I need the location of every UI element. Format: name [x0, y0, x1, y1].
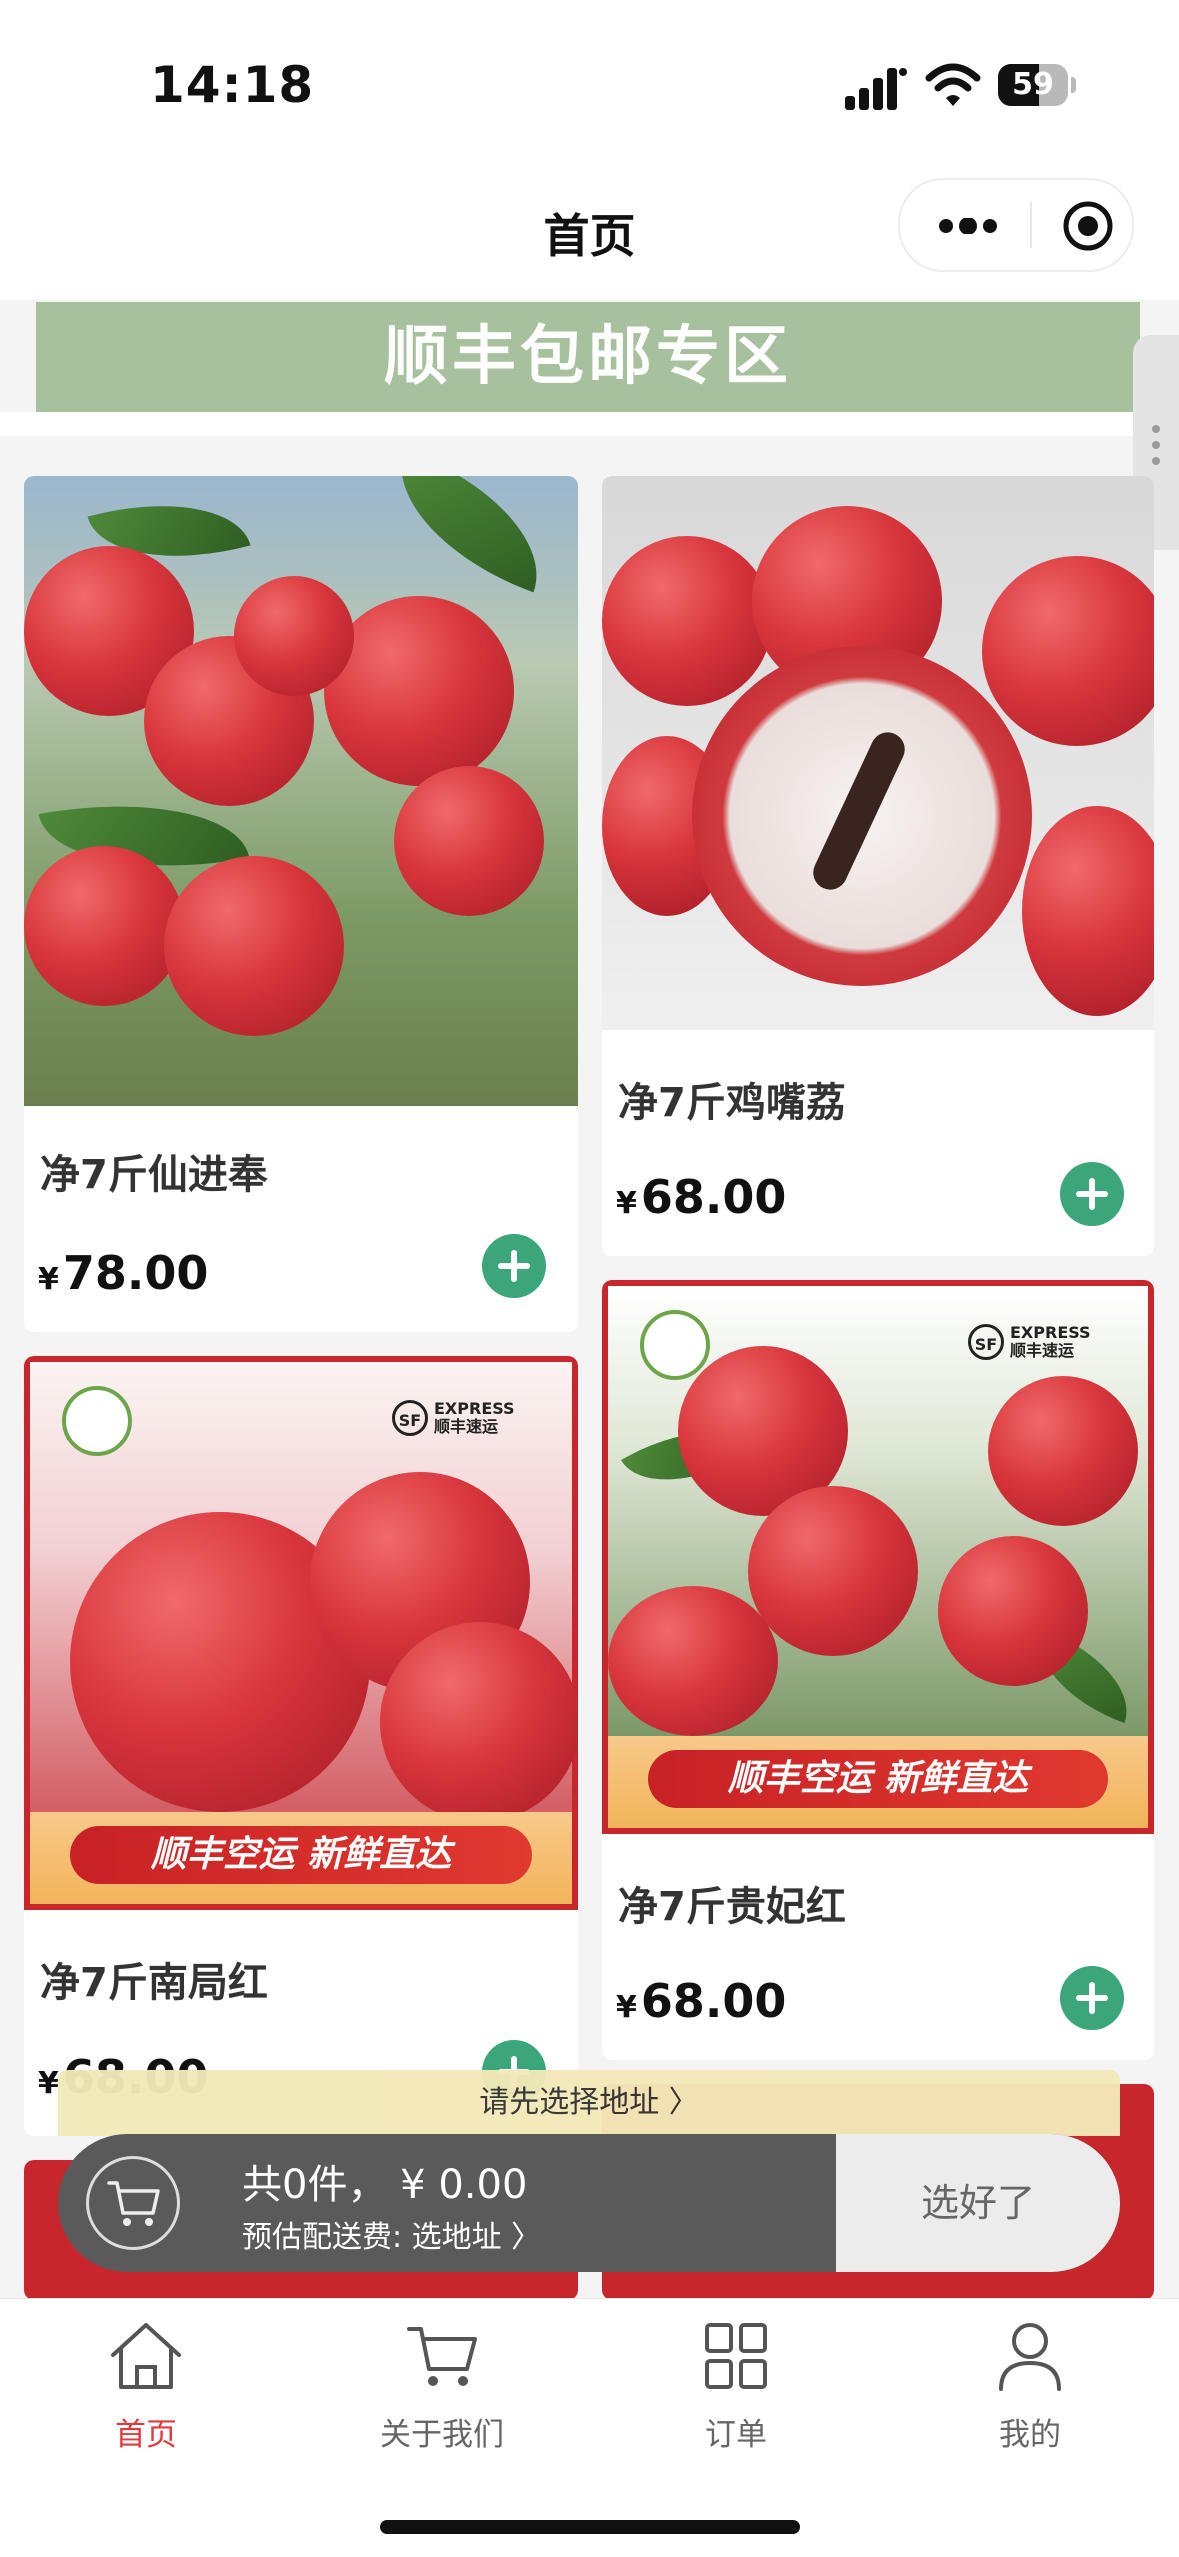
product-price: ¥78.00 [38, 1246, 209, 1300]
product-price: ¥68.00 [616, 1974, 787, 2028]
battery-icon: 59 [998, 64, 1076, 106]
address-prompt[interactable]: 请先选择地址 〉 [58, 2070, 1120, 2136]
tab-orders[interactable]: 订单 [636, 2319, 836, 2454]
product-image[interactable] [24, 476, 578, 1106]
tab-label: 关于我们 [380, 2417, 504, 2453]
wifi-icon [925, 63, 981, 106]
cart-icon [407, 2327, 477, 2386]
tab-profile[interactable]: 我的 [930, 2319, 1130, 2454]
product-name: 净7斤贵妃红 [618, 1884, 846, 1930]
tab-label: 首页 [115, 2417, 177, 2453]
tab-label: 订单 [705, 2417, 767, 2453]
cart-summary: 共0件， ¥ 0.00 [242, 2162, 528, 2208]
product-card[interactable]: SF EXPRESS 顺丰速运 顺丰空运 新鲜直达 净7斤贵妃红 ¥68.00 [602, 1280, 1154, 2060]
delivery-fee-link[interactable]: 预估配送费: 选地址 〉 [242, 2212, 541, 2256]
capsule-divider [1030, 202, 1032, 248]
brand-logo [62, 1386, 132, 1456]
product-image[interactable]: SF EXPRESS 顺丰速运 顺丰空运 新鲜直达 [24, 1356, 578, 1910]
promo-banner[interactable]: 顺丰包邮专区 [36, 302, 1140, 412]
battery-level: 59 [1012, 67, 1054, 102]
cart-icon [107, 2181, 160, 2226]
checkout-button[interactable]: 选好了 [836, 2134, 1120, 2272]
tab-label: 我的 [999, 2417, 1061, 2453]
close-target-icon[interactable] [1062, 200, 1114, 252]
address-prompt-text: 请先选择地址 〉 [479, 2085, 699, 2120]
tab-about[interactable]: 关于我们 [342, 2319, 542, 2454]
sf-express-logo: SF EXPRESS 顺丰速运 [968, 1320, 1118, 1364]
tab-bar: 首页 关于我们 订单 我的 [0, 2298, 1179, 2557]
status-bar: 14:18 59 [0, 0, 1179, 160]
home-indicator [380, 2520, 800, 2534]
add-to-cart-button[interactable] [1060, 1162, 1124, 1226]
more-icon[interactable] [938, 218, 998, 234]
promo-text: 顺丰空运 新鲜直达 [648, 1750, 1108, 1808]
brand-logo [640, 1310, 710, 1380]
add-to-cart-button[interactable] [482, 1234, 546, 1298]
lychee-flesh [692, 646, 1032, 986]
product-name: 净7斤仙进奉 [40, 1152, 268, 1198]
product-name: 净7斤南局红 [40, 1960, 268, 2006]
signal-icon [845, 68, 907, 110]
product-name: 净7斤鸡嘴荔 [618, 1080, 846, 1126]
banner-text: 顺丰包邮专区 [384, 320, 792, 394]
product-card[interactable]: 净7斤仙进奉 ¥78.00 [24, 476, 578, 1332]
sf-express-logo: SF EXPRESS 顺丰速运 [392, 1396, 542, 1440]
user-icon [999, 2323, 1061, 2391]
product-price: ¥68.00 [616, 1170, 787, 1224]
home-icon [111, 2323, 181, 2389]
product-card[interactable]: SF EXPRESS顺丰速运 顺丰空运 新鲜直达 净7斤南局红 ¥68.00 [24, 1356, 578, 2136]
tab-home[interactable]: 首页 [46, 2319, 246, 2454]
grid-icon [705, 2323, 767, 2389]
promo-text: 顺丰空运 新鲜直达 [70, 1826, 532, 1884]
feed-spacer [0, 412, 1179, 436]
mini-program-capsule [898, 178, 1134, 272]
cart-bar[interactable]: 共0件， ¥ 0.00 预估配送费: 选地址 〉 选好了 [58, 2134, 1120, 2272]
status-time: 14:18 [150, 56, 315, 114]
nav-bar: 首页 [0, 160, 1179, 300]
add-to-cart-button[interactable] [1060, 1966, 1124, 2030]
product-card[interactable]: 净7斤鸡嘴荔 ¥68.00 [602, 476, 1154, 1256]
product-image[interactable] [602, 476, 1154, 1030]
cart-button[interactable] [86, 2156, 180, 2250]
product-image[interactable]: SF EXPRESS 顺丰速运 顺丰空运 新鲜直达 [602, 1280, 1154, 1834]
